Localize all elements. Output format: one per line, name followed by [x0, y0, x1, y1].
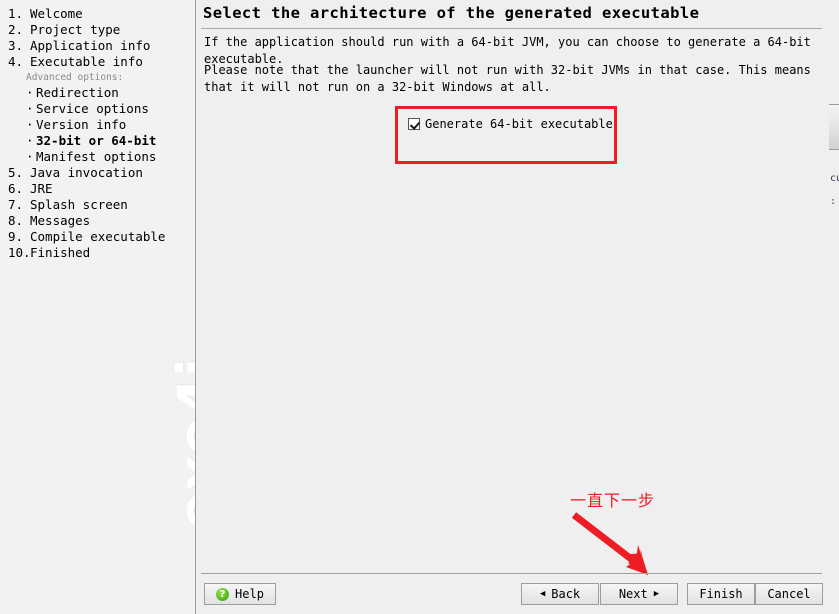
step-label: Project type — [30, 22, 121, 37]
chevron-left-icon: ◀ — [539, 588, 546, 599]
page-title: Select the architecture of the generated… — [203, 4, 700, 22]
step-label: JRE — [30, 181, 53, 196]
sidebar-item-label: Service options — [36, 101, 149, 116]
sidebar-item-label: Version info — [36, 117, 127, 132]
sidebar-item-executable-info[interactable]: 4. Executable info — [0, 54, 195, 70]
step-label: Finished — [30, 245, 91, 260]
checkbox-label: Generate 64-bit executable — [425, 117, 613, 131]
step-number: 7. — [8, 197, 24, 212]
step-number: 8. — [8, 213, 24, 228]
generate-64bit-checkbox-row[interactable]: Generate 64-bit executable — [408, 117, 613, 131]
cancel-button[interactable]: Cancel — [755, 583, 823, 605]
annotation-text: 一直下一步 — [570, 491, 656, 510]
sidebar-item-label: Redirection — [36, 85, 119, 100]
wizard-step-list: 1. Welcome 2. Project type 3. Applicatio… — [0, 0, 195, 261]
step-number: 1. — [8, 6, 24, 21]
description-paragraph-2: Please note that the launcher will not r… — [204, 63, 811, 94]
background-window-sliver: cu : — [828, 0, 839, 614]
bullet-icon: · — [26, 117, 34, 132]
sidebar-item-application-info[interactable]: 3. Application info — [0, 38, 195, 54]
sidebar-item-welcome[interactable]: 1. Welcome — [0, 6, 195, 22]
background-window-text-fragment: cu — [830, 173, 839, 184]
next-button-label: Next — [618, 587, 648, 601]
finish-button-label: Finish — [699, 587, 743, 601]
button-bar-divider — [201, 573, 822, 574]
step-label: Welcome — [30, 6, 83, 21]
sidebar-item-java-invocation[interactable]: 5. Java invocation — [0, 165, 195, 181]
help-question-mark-icon: ? — [216, 587, 230, 601]
next-button[interactable]: Next ▶ — [600, 583, 678, 605]
sidebar-item-project-type[interactable]: 2. Project type — [0, 22, 195, 38]
step-label: Compile executable — [30, 229, 166, 244]
finish-button[interactable]: Finish — [687, 583, 755, 605]
step-label: Java invocation — [30, 165, 143, 180]
help-button[interactable]: ? Help — [204, 583, 276, 605]
step-label: Splash screen — [30, 197, 128, 212]
exe4j-wizard-window: 1. Welcome 2. Project type 3. Applicatio… — [0, 0, 829, 614]
cancel-button-label: Cancel — [767, 587, 811, 601]
sidebar-item-version-info[interactable]: · Version info — [0, 117, 195, 133]
title-divider — [201, 28, 822, 29]
sidebar-item-splash-screen[interactable]: 7. Splash screen — [0, 197, 195, 213]
step-number: 2. — [8, 22, 24, 37]
sidebar-item-redirection[interactable]: · Redirection — [0, 85, 195, 101]
step-number: 4. — [8, 54, 24, 69]
step-number: 5. — [8, 165, 24, 180]
advanced-options-header: Advanced options: — [26, 72, 124, 83]
annotation-highlight-rectangle — [395, 106, 617, 164]
sidebar-item-messages[interactable]: 8. Messages — [0, 213, 195, 229]
background-window-text-fragment-2: : — [830, 196, 837, 207]
back-button-label: Back — [551, 587, 581, 601]
wizard-content-pane: Select the architecture of the generated… — [196, 0, 829, 614]
sidebar-item-label: Manifest options — [36, 149, 157, 164]
sidebar-item-compile-executable[interactable]: 9. Compile executable — [0, 229, 195, 245]
step-label: Messages — [30, 213, 91, 228]
step-number: 3. — [8, 38, 24, 53]
sidebar-item-finished[interactable]: 10. Finished — [0, 245, 195, 261]
checkbox-checked-icon[interactable] — [408, 118, 420, 130]
sidebar-item-32-bit-or-64-bit[interactable]: · 32-bit or 64-bit — [0, 133, 195, 149]
sidebar-item-manifest-options[interactable]: · Manifest options — [0, 149, 195, 165]
sidebar-item-jre[interactable]: 6. JRE — [0, 181, 195, 197]
sidebar-item-label: 32-bit or 64-bit — [36, 133, 157, 148]
bullet-icon: · — [26, 133, 34, 148]
step-number: 9. — [8, 229, 24, 244]
help-button-label: Help — [235, 587, 264, 601]
bullet-icon: · — [26, 149, 34, 164]
background-window-band — [829, 104, 839, 150]
bullet-icon: · — [26, 85, 34, 100]
exe4j-watermark-logo: exe4j — [165, 358, 196, 530]
back-button[interactable]: ◀ Back — [521, 583, 599, 605]
wizard-step-sidebar: 1. Welcome 2. Project type 3. Applicatio… — [0, 0, 196, 614]
bullet-icon: · — [26, 101, 34, 116]
step-number: 10. — [8, 245, 31, 260]
step-number: 6. — [8, 181, 24, 196]
step-label: Executable info — [30, 54, 143, 69]
sidebar-item-service-options[interactable]: · Service options — [0, 101, 195, 117]
step-label: Application info — [30, 38, 151, 53]
chevron-right-icon: ▶ — [653, 588, 660, 599]
